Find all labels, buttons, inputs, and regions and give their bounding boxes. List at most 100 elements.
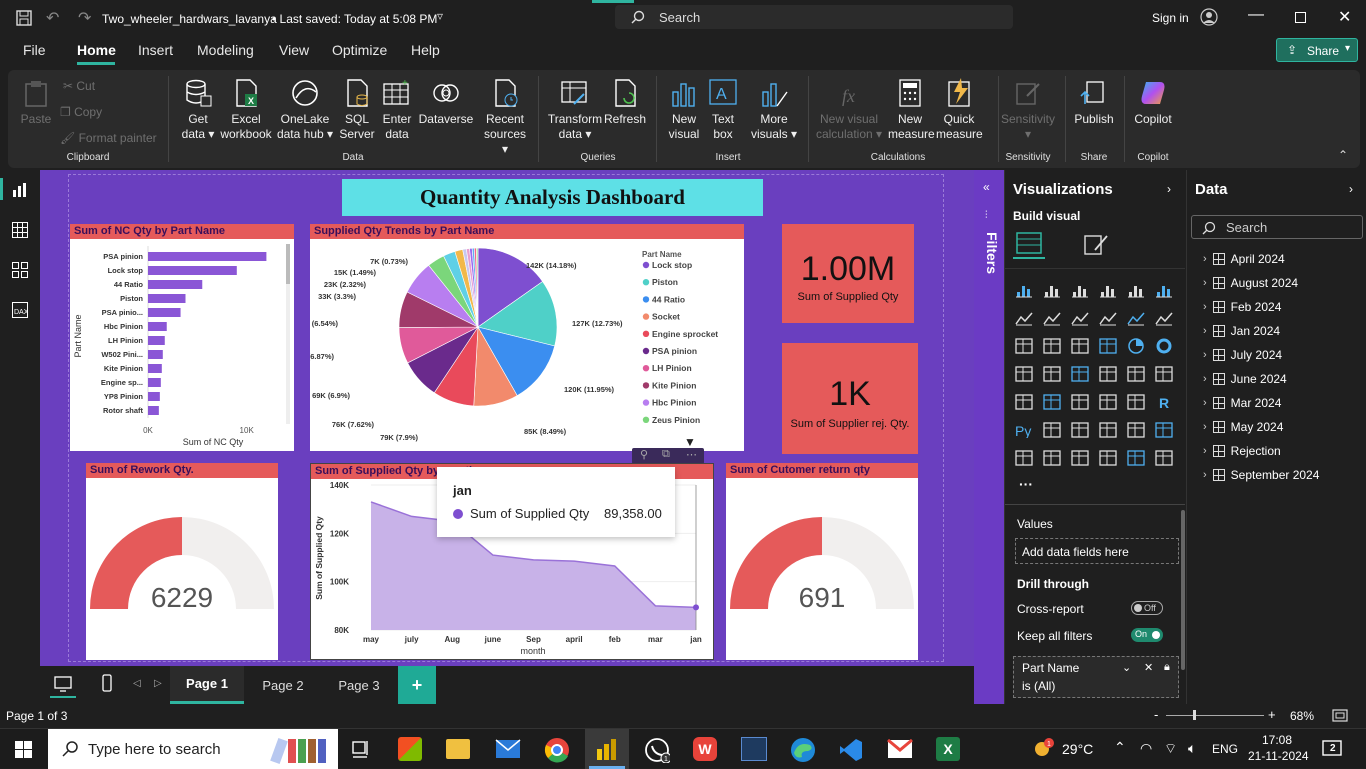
nc-bar[interactable]: [148, 322, 167, 331]
100-bar-visual-icon[interactable]: [1127, 282, 1145, 298]
microsoft-store-icon[interactable]: [398, 737, 422, 761]
powerbi-report-icon[interactable]: [741, 737, 767, 761]
nc-bar[interactable]: [148, 308, 181, 317]
slicer-visual-icon[interactable]: [1071, 394, 1089, 410]
recent-sources-button[interactable]: Recent sources ▾: [480, 78, 530, 157]
nc-bar[interactable]: [148, 406, 159, 415]
get-data-button[interactable]: Get data ▾: [178, 78, 218, 142]
card-visual-icon[interactable]: [1155, 366, 1173, 382]
fit-to-page-icon[interactable]: [1332, 709, 1348, 722]
paginated-visual-icon[interactable]: [1015, 450, 1033, 466]
data-table-item[interactable]: › Jan 2024: [1203, 324, 1280, 338]
network-icon[interactable]: ◠: [1140, 740, 1152, 757]
nc-bar[interactable]: [148, 392, 160, 401]
data-table-item[interactable]: › August 2024: [1203, 276, 1298, 290]
stacked-area-visual-icon[interactable]: [1071, 310, 1089, 326]
expand-chevron-icon[interactable]: ›: [1203, 277, 1207, 289]
menu-modeling[interactable]: Modeling: [197, 42, 254, 58]
ribbon-visual-icon[interactable]: [1099, 310, 1117, 326]
line-stacked-visual-icon[interactable]: [1015, 338, 1033, 354]
azure-map-visual-icon[interactable]: [1099, 366, 1117, 382]
expand-chevron-icon[interactable]: ›: [1203, 349, 1207, 361]
treemap-visual-icon[interactable]: [1015, 366, 1033, 382]
add-page-button[interactable]: +: [398, 666, 436, 704]
mail-icon[interactable]: [495, 739, 521, 759]
new-measure-button[interactable]: New measure: [888, 78, 935, 142]
legend-item[interactable]: Lock stop: [652, 260, 692, 270]
nc-bar[interactable]: [148, 280, 203, 289]
chevron-down-icon[interactable]: ⌄: [1122, 661, 1131, 674]
expand-chevron-icon[interactable]: ›: [1203, 325, 1207, 337]
legend-item[interactable]: PSA pinion: [652, 346, 697, 356]
map-visual-icon[interactable]: [1043, 366, 1061, 382]
zoom-in-button[interactable]: +: [1268, 707, 1276, 722]
keep-filters-toggle[interactable]: On: [1131, 628, 1163, 642]
search-box[interactable]: Search: [615, 5, 1013, 29]
show-hidden-icons[interactable]: ⌃: [1114, 739, 1126, 756]
diamond-visual-icon[interactable]: [1127, 450, 1145, 466]
nc-bar[interactable]: [148, 266, 237, 275]
cross-report-toggle[interactable]: Off: [1131, 601, 1163, 615]
hover-point[interactable]: [693, 604, 699, 611]
values-well[interactable]: Add data fields here: [1015, 538, 1179, 564]
arcgis-visual-icon[interactable]: [1043, 450, 1061, 466]
rework-qty-gauge[interactable]: Sum of Rework Qty. 6229: [86, 463, 278, 660]
quick-measure-button[interactable]: Quick measure: [936, 78, 983, 142]
sign-in-link[interactable]: Sign in: [1152, 11, 1189, 25]
whatsapp-icon[interactable]: 1: [644, 737, 670, 763]
gmail-icon[interactable]: [887, 739, 913, 759]
format-visual-icon[interactable]: [1081, 230, 1109, 258]
clustered-bar-visual-icon[interactable]: [1071, 282, 1089, 298]
remove-filter-icon[interactable]: ✕: [1144, 661, 1153, 674]
volume-icon[interactable]: 🔈︎: [1188, 740, 1196, 757]
vscode-icon[interactable]: [838, 737, 864, 763]
customer-return-gauge[interactable]: Sum of Cutomer return qty 691: [726, 463, 918, 660]
stacked-column-visual-icon[interactable]: [1043, 282, 1061, 298]
expand-chevron-icon[interactable]: ›: [1203, 469, 1207, 481]
legend-item[interactable]: 44 Ratio: [652, 294, 685, 304]
line-visual-icon[interactable]: [1015, 310, 1033, 326]
table-view-icon[interactable]: [12, 222, 28, 238]
scatter-column-visual-icon[interactable]: [1043, 338, 1061, 354]
data-table-item[interactable]: › Rejection: [1203, 444, 1281, 458]
data-search-input[interactable]: Search: [1191, 215, 1363, 239]
goals-visual-icon[interactable]: [1155, 422, 1173, 438]
share-button[interactable]: ⇪ Share ▾: [1276, 38, 1358, 62]
weather-icon[interactable]: 1: [1032, 737, 1056, 759]
data-table-item[interactable]: › May 2024: [1203, 420, 1283, 434]
kpi-supplier-rej-card[interactable]: 1K Sum of Supplier rej. Qty.: [782, 343, 918, 454]
legend-item[interactable]: Socket: [652, 312, 680, 322]
legend-item[interactable]: Hbc Pinion: [652, 398, 696, 408]
expand-filters-icon[interactable]: «: [983, 180, 990, 194]
minimize-button[interactable]: —: [1248, 6, 1264, 24]
language-indicator[interactable]: ENG: [1212, 742, 1238, 756]
line-column-visual-icon[interactable]: [1155, 310, 1173, 326]
funnel-visual-icon[interactable]: [1071, 338, 1089, 354]
notification-center[interactable]: 2: [1322, 739, 1344, 759]
powerbi-taskbar-button[interactable]: [585, 729, 629, 769]
donut-visual-icon[interactable]: [1155, 338, 1173, 354]
build-visual-tab[interactable]: [1013, 227, 1045, 259]
publish-button[interactable]: Publish: [1072, 78, 1116, 127]
dax-query-view-icon[interactable]: DAX: [12, 302, 28, 318]
100-column-visual-icon[interactable]: [1155, 282, 1173, 298]
lock-icon[interactable]: 🔒︎: [1164, 661, 1170, 674]
menu-home[interactable]: Home: [77, 42, 116, 58]
legend-item[interactable]: LH Pinion: [652, 363, 692, 373]
scrollbar[interactable]: [286, 244, 290, 424]
file-explorer-icon[interactable]: [446, 739, 470, 759]
desktop-layout-icon[interactable]: [54, 676, 72, 692]
expand-chevron-icon[interactable]: ›: [1203, 445, 1207, 457]
pie-visual-icon[interactable]: [1127, 338, 1145, 354]
data-table-item[interactable]: › June 2024: [1203, 372, 1287, 386]
legend-item[interactable]: Kite Pinion: [652, 380, 696, 390]
expand-chevron-icon[interactable]: ›: [1203, 397, 1207, 409]
nc-qty-bar-chart[interactable]: Sum of NC Qty by Part Name PSA pinion Loc…: [70, 224, 294, 451]
maximize-button[interactable]: [1295, 12, 1306, 23]
decomposition-tree-visual-icon[interactable]: [1071, 422, 1089, 438]
tab-page-1[interactable]: Page 1: [170, 666, 244, 704]
zoom-slider[interactable]: [1166, 715, 1264, 716]
data-table-item[interactable]: › Mar 2024: [1203, 396, 1281, 410]
paste-button[interactable]: Paste: [18, 78, 54, 127]
new-visual-button[interactable]: New visual: [666, 78, 702, 142]
